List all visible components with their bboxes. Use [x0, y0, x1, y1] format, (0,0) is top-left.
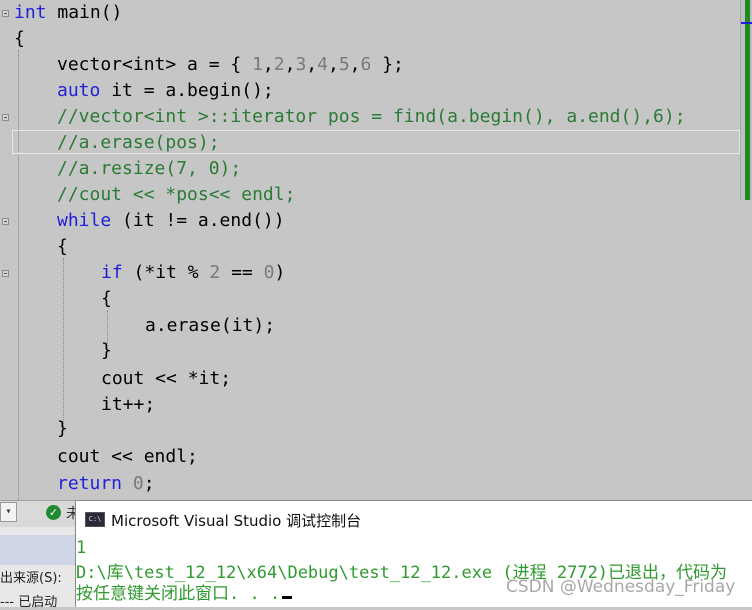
code-line[interactable]: //vector<int >::iterator pos = find(a.be… [57, 104, 686, 130]
fold-toggle-icon[interactable] [2, 10, 9, 17]
code-text: (*it % [122, 262, 210, 283]
code-text: { [101, 288, 112, 309]
check-circle-icon: ✓ [46, 505, 61, 520]
code-text: it++; [101, 394, 156, 415]
code-text: main() [46, 2, 123, 23]
output-source-label: 出来源(S): [0, 571, 62, 586]
console-title-bar[interactable]: C:\ Microsoft Visual Studio 调试控制台 [76, 501, 752, 538]
indent-guide [63, 258, 64, 428]
code-text: { [57, 236, 68, 257]
console-app-icon: C:\ [85, 512, 105, 527]
text-cursor [282, 596, 293, 599]
code-line[interactable]: cout << endl; [57, 444, 198, 470]
code-line[interactable]: it++; [101, 392, 155, 418]
code-text: (it != a.end()) [111, 210, 285, 231]
code-text: it = a.begin(); [100, 80, 274, 101]
code-text: , [262, 54, 274, 75]
code-text: ) [274, 262, 286, 283]
console-output-line: 1 [76, 538, 87, 558]
code-number: 1 [252, 54, 263, 75]
output-pane-header [0, 535, 75, 565]
editor-scrollbar[interactable] [740, 0, 752, 200]
code-line[interactable]: cout << *it; [101, 366, 231, 392]
code-line[interactable]: } [101, 338, 112, 364]
code-text: } [57, 418, 68, 439]
code-text: vector<int> a = { [57, 54, 253, 75]
code-line[interactable]: auto it = a.begin(); [57, 78, 274, 104]
code-comment: //a.resize(7, 0); [57, 158, 242, 179]
code-line[interactable]: //cout << *pos<< endl; [57, 182, 295, 208]
code-line[interactable]: return 0; [57, 471, 155, 497]
code-line[interactable]: { [14, 26, 25, 52]
code-comment: //a.erase(pos); [57, 132, 220, 153]
code-line[interactable]: { [101, 286, 112, 312]
code-line[interactable]: if (*it % 2 == 0) [101, 260, 285, 286]
code-text: , [284, 54, 296, 75]
code-line[interactable]: vector<int> a = { 1,2,3,4,5,6 }; [57, 52, 404, 78]
code-number: 2 [209, 262, 221, 283]
code-keyword: while [57, 210, 112, 231]
fold-toggle-icon[interactable] [2, 114, 9, 121]
code-text: cout << *it; [101, 368, 232, 389]
code-keyword: return [57, 473, 123, 494]
editor-gutter [0, 0, 12, 500]
fold-toggle-icon[interactable] [2, 218, 9, 225]
code-line[interactable]: a.erase(it); [145, 313, 275, 339]
code-text: ; [143, 473, 155, 494]
code-text: } [101, 340, 112, 361]
indent-guide [18, 50, 19, 500]
code-number: 5 [338, 54, 350, 75]
code-line[interactable]: //a.resize(7, 0); [57, 156, 241, 182]
code-keyword: int [14, 2, 47, 23]
code-text: == [220, 262, 264, 283]
code-comment: //vector<int >::iterator pos = find(a.be… [57, 106, 686, 127]
code-number: 4 [317, 54, 328, 75]
output-started-text: --- 已启动 [0, 595, 58, 610]
console-prompt-text: 按任意键关闭此窗口. . . [76, 584, 281, 604]
debug-console-window[interactable]: C:\ Microsoft Visual Studio 调试控制台 1 D:\库… [75, 500, 752, 607]
console-title: Microsoft Visual Studio 调试控制台 [111, 512, 362, 530]
code-line[interactable]: { [57, 234, 68, 260]
watermark: CSDN @Wednesday_Friday [506, 577, 736, 597]
code-text: a.erase(it); [145, 315, 276, 336]
chevron-down-icon[interactable]: ▾ [0, 502, 17, 522]
code-line[interactable]: while (it != a.end()) [57, 208, 285, 234]
code-line[interactable]: int main() [14, 0, 122, 26]
code-line[interactable]: //a.erase(pos); [57, 130, 220, 156]
fold-toggle-icon[interactable] [2, 270, 9, 277]
code-number: 0 [132, 473, 144, 494]
code-number: 3 [295, 54, 307, 75]
code-number: 0 [263, 262, 275, 283]
scroll-position-marker [741, 22, 752, 24]
code-text: }; [371, 54, 404, 75]
console-output-line: 按任意键关闭此窗口. . . [76, 579, 293, 604]
code-line[interactable]: } [57, 416, 68, 442]
code-text: , [327, 54, 339, 75]
code-number: 6 [360, 54, 372, 75]
code-text: cout << endl; [57, 446, 198, 467]
code-text: , [306, 54, 318, 75]
code-editor[interactable]: int main() { vector<int> a = { 1,2,3,4,5… [0, 0, 752, 500]
code-text: , [349, 54, 361, 75]
code-comment: //cout << *pos<< endl; [57, 184, 296, 205]
output-pane: 出来源(S): --- 已启动 [0, 527, 75, 610]
code-text: { [14, 28, 25, 49]
code-keyword: if [101, 262, 123, 283]
code-number: 2 [273, 54, 285, 75]
code-keyword: auto [57, 80, 101, 101]
change-indicator [745, 0, 750, 200]
